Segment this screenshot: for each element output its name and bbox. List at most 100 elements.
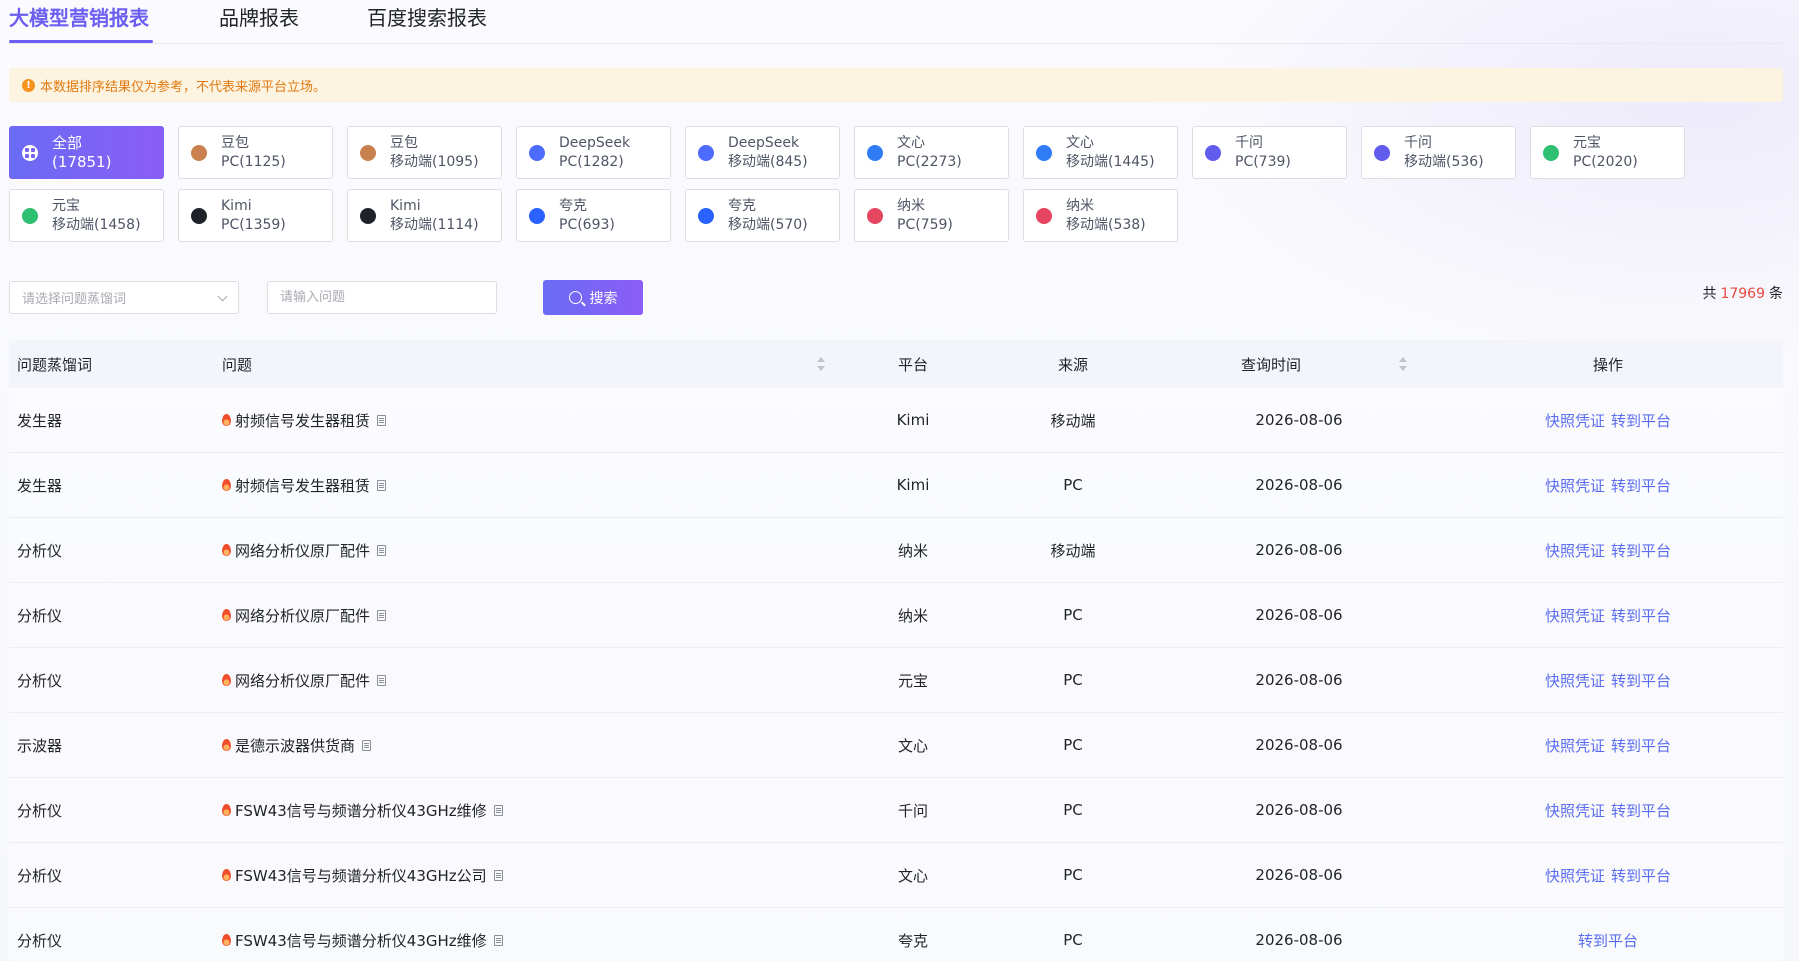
copy-icon[interactable] xyxy=(493,869,503,881)
sort-time-icon[interactable] xyxy=(1399,357,1407,371)
row-operations: 转到平台 xyxy=(1503,930,1713,951)
go-to-platform-link[interactable]: 转到平台 xyxy=(1611,542,1671,560)
row-query-time: 2026-08-06 xyxy=(1255,411,1343,429)
hot-fire-icon xyxy=(222,739,231,751)
platform-chip[interactable]: 千问 移动端(536) xyxy=(1361,126,1516,179)
nami-icon xyxy=(867,207,883,224)
platform-chip[interactable]: 全部 (17851) xyxy=(9,126,164,179)
row-operations: 快照凭证 转到平台 xyxy=(1503,475,1713,496)
table-row: 分析仪 FSW43信号与频谱分析仪43GHz维修 夸克 PC 2026-08-06 转到平… xyxy=(9,908,1783,961)
platform-chip-count: PC(2020) xyxy=(1573,153,1638,170)
row-question: 网络分析仪原厂配件 xyxy=(222,540,387,561)
copy-icon[interactable] xyxy=(377,479,387,491)
platform-chip-count: (17851) xyxy=(52,152,112,171)
sort-question-icon[interactable] xyxy=(817,357,825,371)
row-platform: 纳米 xyxy=(897,606,928,625)
platform-chip[interactable]: 文心 PC(2273) xyxy=(854,126,1009,179)
platform-chip[interactable]: 文心 移动端(1445) xyxy=(1023,126,1178,179)
row-question-text: FSW43信号与频谱分析仪43GHz维修 xyxy=(235,801,487,820)
header-operations: 操作 xyxy=(1592,355,1623,374)
go-to-platform-link[interactable]: 转到平台 xyxy=(1611,867,1671,885)
report-page: 大模型营销报表 品牌报表 百度搜索报表 ! 本数据排序结果仅为参考，不代表来源平… xyxy=(9,0,1783,961)
platform-chip-count: 移动端(1095) xyxy=(390,153,479,170)
table-body: 发生器 射频信号发生器租赁 Kimi 移动端 2026-08-06 快照凭证 转到平台 发生器… xyxy=(9,388,1783,961)
disclaimer-text: 本数据排序结果仅为参考，不代表来源平台立场。 xyxy=(40,79,327,95)
row-keyword: 示波器 xyxy=(17,736,63,755)
row-operations: 快照凭证 转到平台 xyxy=(1503,800,1713,821)
platform-chip[interactable]: 豆包 PC(1125) xyxy=(178,126,333,179)
go-to-platform-link[interactable]: 转到平台 xyxy=(1611,802,1671,820)
snapshot-proof-link[interactable]: 快照凭证 xyxy=(1545,867,1605,885)
hot-fire-icon xyxy=(222,544,231,556)
snapshot-proof-link[interactable]: 快照凭证 xyxy=(1545,477,1605,495)
table-row: 分析仪 网络分析仪原厂配件 纳米 PC 2026-08-06 快照凭证 转到平台 xyxy=(9,583,1783,648)
platform-chip[interactable]: 元宝 PC(2020) xyxy=(1530,126,1685,179)
copy-icon[interactable] xyxy=(493,934,503,946)
row-query-time: 2026-08-06 xyxy=(1255,931,1343,949)
snapshot-proof-link[interactable]: 快照凭证 xyxy=(1545,737,1605,755)
row-question-text: 射频信号发生器租赁 xyxy=(235,476,371,495)
row-question: FSW43信号与频谱分析仪43GHz公司 xyxy=(222,865,503,886)
row-platform: 文心 xyxy=(897,736,928,755)
platform-chip-name: 夸克 xyxy=(728,197,756,214)
snapshot-proof-link[interactable]: 快照凭证 xyxy=(1545,412,1605,430)
row-keyword: 分析仪 xyxy=(17,801,63,820)
platform-chip-name: 豆包 xyxy=(390,134,418,151)
row-question: 射频信号发生器租赁 xyxy=(222,410,387,431)
go-to-platform-link[interactable]: 转到平台 xyxy=(1611,477,1671,495)
copy-icon[interactable] xyxy=(377,674,387,686)
platform-chip-count: PC(1359) xyxy=(221,216,286,233)
row-operations: 快照凭证 转到平台 xyxy=(1503,670,1713,691)
go-to-platform-link[interactable]: 转到平台 xyxy=(1611,607,1671,625)
row-question: 射频信号发生器租赁 xyxy=(222,475,387,496)
platform-chip[interactable]: DeepSeek PC(1282) xyxy=(516,126,671,179)
copy-icon[interactable] xyxy=(493,804,503,816)
table-row: 分析仪 网络分析仪原厂配件 纳米 移动端 2026-08-06 快照凭证 转到平台 xyxy=(9,518,1783,583)
snapshot-proof-link[interactable]: 快照凭证 xyxy=(1545,672,1605,690)
deepseek-icon xyxy=(529,144,545,161)
hot-fire-icon xyxy=(222,869,231,881)
platform-chip[interactable]: 元宝 移动端(1458) xyxy=(9,189,164,242)
row-source: PC xyxy=(1063,866,1083,884)
platform-chip[interactable]: 豆包移动端(1095) xyxy=(347,126,502,179)
kimi-icon xyxy=(360,207,376,224)
go-to-platform-link[interactable]: 转到平台 xyxy=(1578,932,1638,950)
platform-chip[interactable]: 纳米 移动端(538) xyxy=(1023,189,1178,242)
total-count: 共 17969 条 xyxy=(1702,283,1783,303)
search-button[interactable]: 搜索 xyxy=(543,280,643,315)
platform-chip[interactable]: 夸克 移动端(570) xyxy=(685,189,840,242)
copy-icon[interactable] xyxy=(377,544,387,556)
platform-chip-name: 文心 xyxy=(1066,134,1094,151)
row-question: FSW43信号与频谱分析仪43GHz维修 xyxy=(222,800,503,821)
copy-icon[interactable] xyxy=(362,739,372,751)
row-question-text: 是德示波器供货商 xyxy=(235,736,356,755)
copy-icon[interactable] xyxy=(377,609,387,621)
tab-brand-report[interactable]: 品牌报表 xyxy=(219,2,299,31)
tab-baidu-search-report[interactable]: 百度搜索报表 xyxy=(367,2,487,31)
platform-chip[interactable]: Kimi PC(1359) xyxy=(178,189,333,242)
question-input[interactable] xyxy=(267,281,497,314)
go-to-platform-link[interactable]: 转到平台 xyxy=(1611,672,1671,690)
snapshot-proof-link[interactable]: 快照凭证 xyxy=(1545,802,1605,820)
snapshot-proof-link[interactable]: 快照凭证 xyxy=(1545,542,1605,560)
keyword-select[interactable]: 请选择问题蒸馏词 xyxy=(9,281,239,314)
platform-chip[interactable]: 纳米 PC(759) xyxy=(854,189,1009,242)
kimi-icon xyxy=(191,207,207,224)
deepseek-icon xyxy=(698,144,714,161)
row-source: PC xyxy=(1063,931,1083,949)
copy-icon[interactable] xyxy=(377,414,387,426)
snapshot-proof-link[interactable]: 快照凭证 xyxy=(1545,607,1605,625)
platform-chip[interactable]: 千问 PC(739) xyxy=(1192,126,1347,179)
table-row: 发生器 射频信号发生器租赁 Kimi 移动端 2026-08-06 快照凭证 转到平台 xyxy=(9,388,1783,453)
go-to-platform-link[interactable]: 转到平台 xyxy=(1611,737,1671,755)
platform-chip[interactable]: DeepSeek 移动端(845) xyxy=(685,126,840,179)
platform-chip[interactable]: Kimi 移动端(1114) xyxy=(347,189,502,242)
platform-chip[interactable]: 夸克 PC(693) xyxy=(516,189,671,242)
doubao-icon xyxy=(191,144,207,161)
row-question-text: 射频信号发生器租赁 xyxy=(235,411,371,430)
row-query-time: 2026-08-06 xyxy=(1255,736,1343,754)
go-to-platform-link[interactable]: 转到平台 xyxy=(1611,412,1671,430)
row-operations: 快照凭证 转到平台 xyxy=(1503,865,1713,886)
table-row: 分析仪 FSW43信号与频谱分析仪43GHz维修 千问 PC 2026-08-06 快照凭… xyxy=(9,778,1783,843)
tab-llm-marketing-report[interactable]: 大模型营销报表 xyxy=(9,2,149,31)
